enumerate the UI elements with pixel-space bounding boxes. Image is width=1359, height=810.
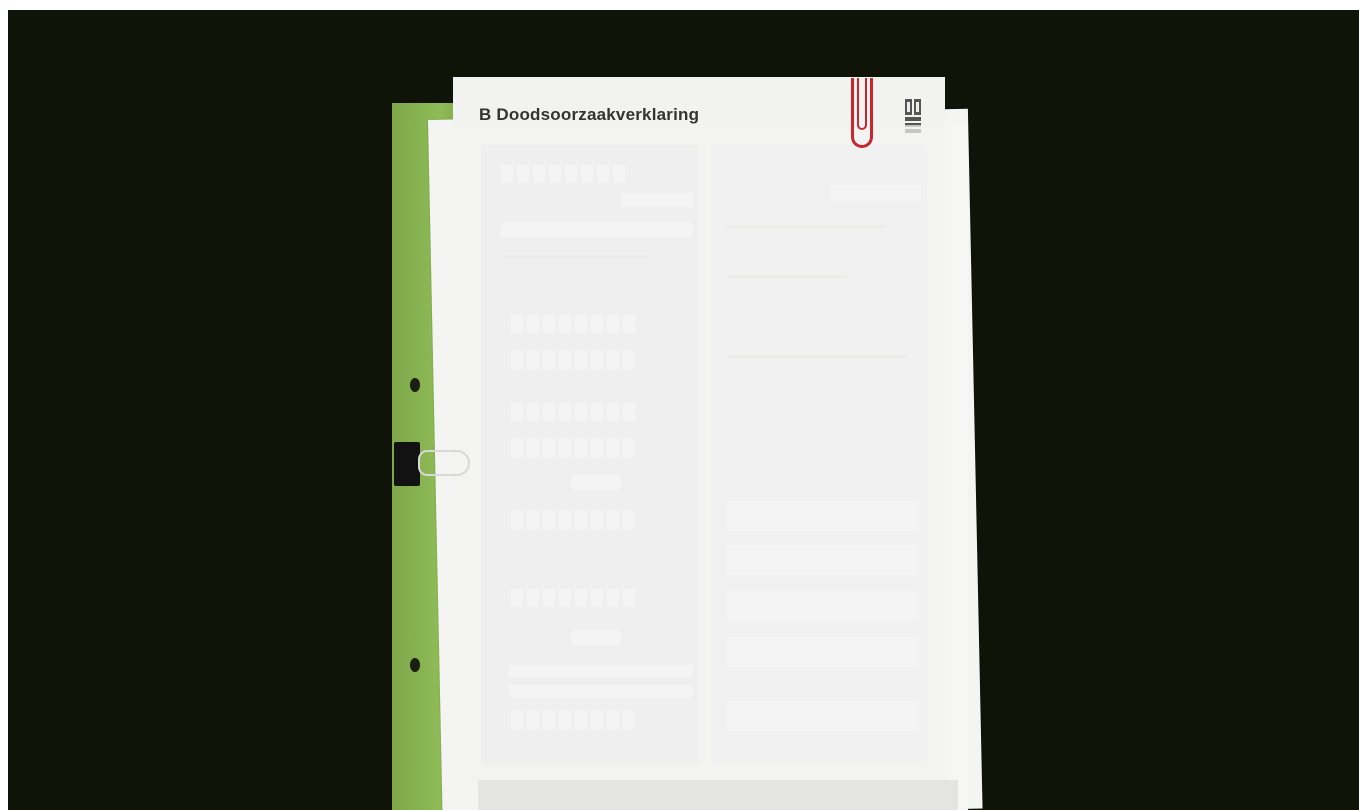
folder-punch-hole (410, 378, 420, 392)
photo-scene: B Doodsoorzaakverklaring (8, 10, 1359, 810)
form-title: B Doodsoorzaakverklaring (479, 105, 699, 125)
translucent-overlay (453, 125, 945, 787)
form-title-text: B Doodsoorzaakverklaring (479, 105, 700, 124)
folder-punch-hole (410, 658, 420, 672)
sheet-bottom-edge (478, 780, 958, 810)
binder-clip-icon (394, 442, 420, 486)
binder-clip-handle (418, 450, 470, 476)
paperclip-inner (857, 78, 867, 130)
form-sheet: B Doodsoorzaakverklaring (453, 77, 945, 787)
